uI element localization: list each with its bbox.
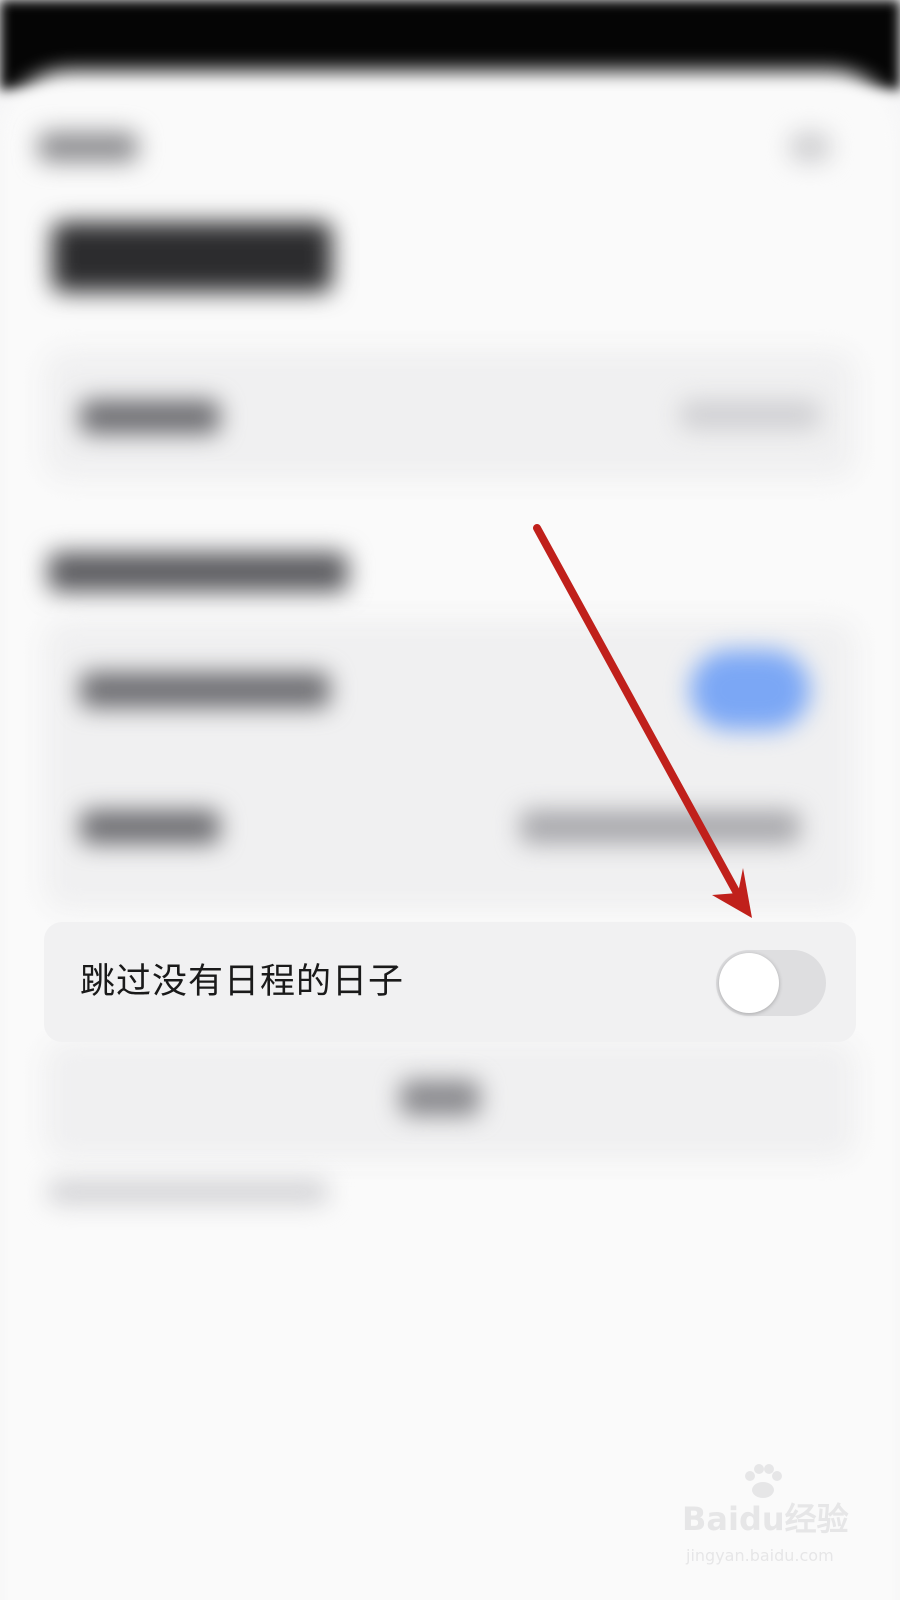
toggle-knob[interactable] [719,953,779,1013]
settings-row-label-blurred-3 [80,810,220,844]
page-title-blurred [52,222,332,292]
screen: 跳过没有日程的日子 Baidu经验 jingyan.baidu.com [0,0,900,1600]
setting-label: 跳过没有日程的日子 [80,962,405,1002]
paw-icon [745,1464,782,1498]
section-header-blurred [48,552,348,592]
watermark-url: jingyan.baidu.com [686,1546,834,1565]
toggle-on-blurred[interactable] [690,650,810,730]
baidu-watermark: Baidu经验 jingyan.baidu.com [682,1464,852,1584]
setting-row-skip-empty-days[interactable]: 跳过没有日程的日子 [44,922,856,1042]
settings-row-value-blurred-3 [520,810,800,844]
skip-empty-days-toggle[interactable] [716,950,826,1016]
settings-row-label-blurred-2 [80,672,330,708]
back-button-blurred[interactable] [38,132,138,162]
watermark-logo: Baidu经验 [682,1500,849,1538]
more-icon-blurred[interactable] [790,132,830,162]
settings-row-label-blurred-1 [80,400,220,434]
settings-row-value-blurred-1 [680,400,820,430]
footnote-blurred [48,1180,328,1204]
action-label-blurred [400,1080,480,1116]
